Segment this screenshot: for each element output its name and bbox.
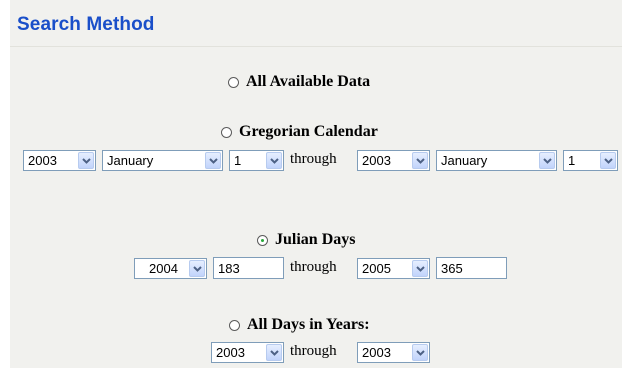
chevron-down-icon[interactable]: [412, 344, 428, 361]
gregorian-start-month-value: January: [107, 153, 154, 168]
gregorian-start-day-value: 1: [234, 153, 242, 168]
years-start-year-select[interactable]: 2003: [211, 342, 284, 363]
gregorian-end-year-select[interactable]: 2003: [357, 150, 430, 171]
gregorian-calendar-option[interactable]: Gregorian Calendar: [221, 123, 378, 141]
gregorian-end-day-select[interactable]: 1: [563, 150, 618, 171]
all-days-in-years-label: All Days in Years:: [247, 316, 370, 333]
gregorian-calendar-label: Gregorian Calendar: [239, 123, 378, 140]
all-days-in-years-radio[interactable]: [229, 319, 240, 331]
years-start-year-value: 2003: [216, 345, 245, 360]
julian-end-day-input[interactable]: 365: [436, 257, 507, 279]
all-available-data-option[interactable]: All Available Data: [228, 73, 370, 91]
all-available-data-label: All Available Data: [246, 73, 371, 90]
chevron-down-icon[interactable]: [539, 152, 555, 169]
years-end-year-select[interactable]: 2003: [357, 342, 430, 363]
search-method-panel: Search Method: [10, 0, 622, 368]
julian-start-year-select[interactable]: 2004: [134, 258, 207, 279]
all-days-in-years-option[interactable]: All Days in Years:: [229, 316, 370, 334]
chevron-down-icon[interactable]: [189, 260, 205, 277]
gregorian-start-month-select[interactable]: January: [102, 150, 223, 171]
chevron-down-icon[interactable]: [78, 152, 94, 169]
section-header: Search Method: [10, 0, 622, 47]
julian-start-day-input[interactable]: 183: [213, 257, 284, 279]
julian-start-year-value: 2004: [149, 261, 178, 276]
all-available-data-radio[interactable]: [228, 76, 239, 88]
years-through-label: through: [290, 343, 337, 359]
chevron-down-icon[interactable]: [205, 152, 221, 169]
julian-days-label: Julian Days: [275, 231, 356, 248]
julian-days-radio[interactable]: [257, 234, 268, 246]
years-end-year-value: 2003: [362, 345, 391, 360]
gregorian-start-year-select[interactable]: 2003: [23, 150, 96, 171]
julian-days-option[interactable]: Julian Days: [257, 231, 355, 249]
gregorian-end-month-value: January: [441, 153, 488, 168]
chevron-down-icon[interactable]: [266, 152, 282, 169]
gregorian-end-month-select[interactable]: January: [436, 150, 557, 171]
julian-through-label: through: [290, 259, 337, 275]
chevron-down-icon[interactable]: [266, 344, 282, 361]
gregorian-calendar-radio[interactable]: [221, 126, 232, 138]
chevron-down-icon[interactable]: [412, 260, 428, 277]
gregorian-start-day-select[interactable]: 1: [229, 150, 284, 171]
section-title: Search Method: [17, 14, 155, 35]
chevron-down-icon[interactable]: [600, 152, 616, 169]
gregorian-end-day-value: 1: [568, 153, 576, 168]
gregorian-end-year-value: 2003: [362, 153, 391, 168]
chevron-down-icon[interactable]: [412, 152, 428, 169]
gregorian-start-year-value: 2003: [28, 153, 57, 168]
julian-end-year-select[interactable]: 2005: [357, 258, 430, 279]
julian-end-year-value: 2005: [362, 261, 391, 276]
gregorian-through-label: through: [290, 151, 337, 167]
